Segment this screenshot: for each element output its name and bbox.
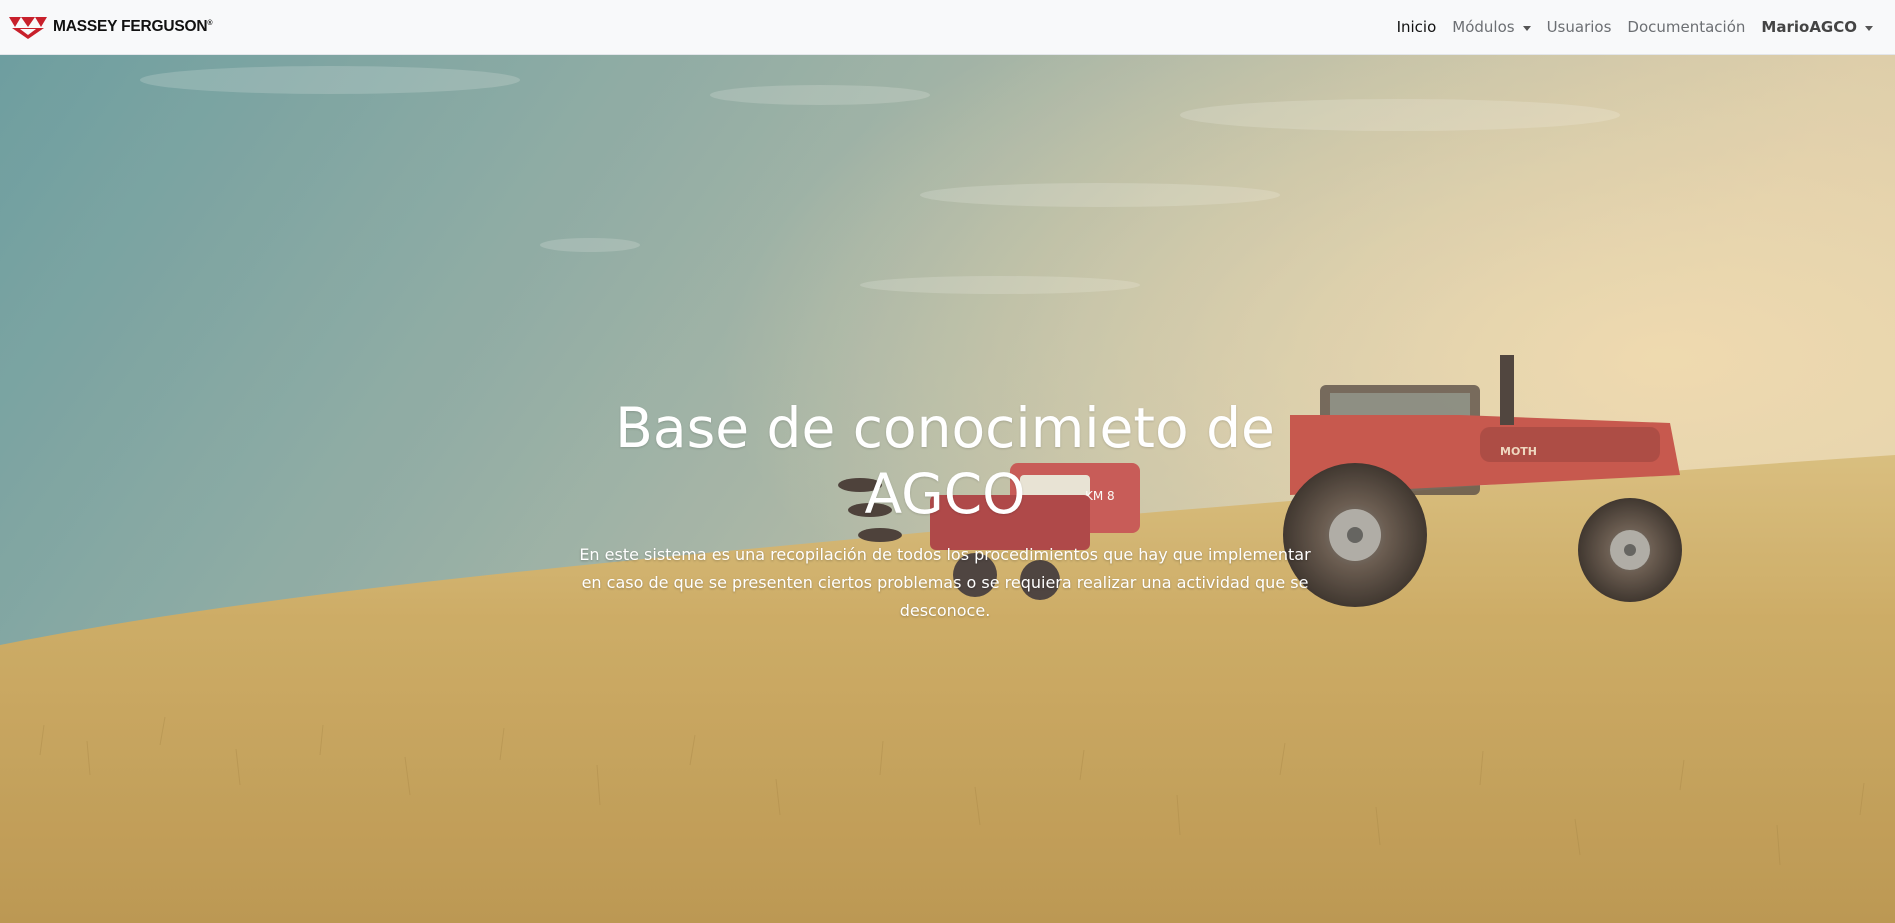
brand-logo-link[interactable]: MASSEY FERGUSON® [8,14,212,40]
nav-documentacion[interactable]: Documentación [1627,18,1745,36]
hero-banner: KM 8 MOTH Base de conocimieto de AGCO En… [0,55,1895,923]
brand-name: MASSEY FERGUSON® [53,18,213,35]
navbar: MASSEY FERGUSON® Inicio Módulos Usuarios… [0,0,1895,55]
nav-inicio[interactable]: Inicio [1397,18,1437,36]
nav-modulos-dropdown[interactable]: Módulos [1452,18,1531,36]
hero-description: En este sistema es una recopilación de t… [579,545,1311,620]
hero-title-line2: AGCO [864,462,1026,526]
user-menu-dropdown[interactable]: MarioAGCO [1761,18,1873,36]
chevron-down-icon [1522,25,1531,31]
user-name: MarioAGCO [1761,18,1857,36]
nav-modulos-label: Módulos [1452,18,1515,36]
hero-content: Base de conocimieto de AGCO En este sist… [570,395,1320,625]
main-nav: Inicio Módulos Usuarios Documentación Ma… [1397,18,1873,36]
hero-title: Base de conocimieto de AGCO [570,395,1320,527]
chevron-down-icon [1865,25,1873,31]
nav-usuarios[interactable]: Usuarios [1547,18,1612,36]
hero-title-line1: Base de conocimieto de [615,396,1275,460]
massey-ferguson-logo-icon [9,17,47,39]
